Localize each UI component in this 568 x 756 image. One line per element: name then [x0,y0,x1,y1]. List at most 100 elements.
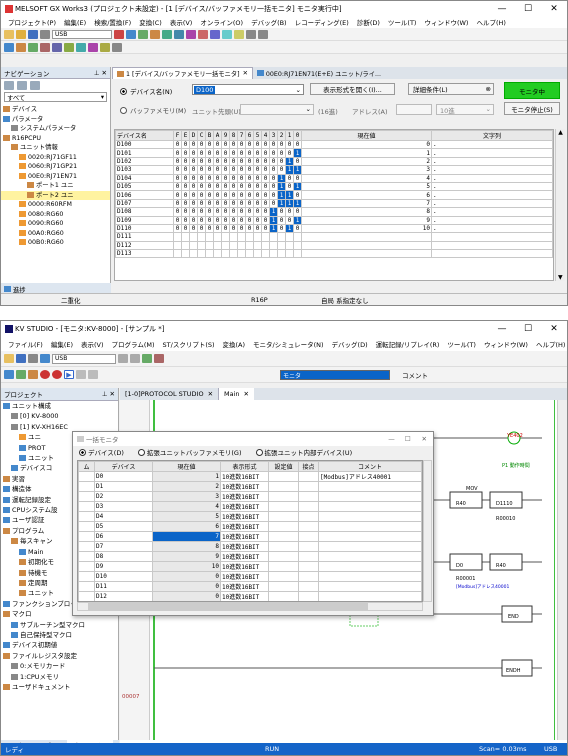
menu-item[interactable]: ツール(T) [443,339,480,349]
set-value-cell[interactable] [268,541,299,552]
coil-icon[interactable] [222,29,232,39]
read-icon[interactable] [130,354,140,363]
intelligent-icon[interactable] [76,42,86,52]
value-cell[interactable]: 7 [152,531,221,542]
navigation-icon[interactable] [4,42,14,52]
detail-conditions-button[interactable]: 詳細条件(L) ⊗ [408,83,494,95]
zoom-in-icon[interactable] [246,29,256,39]
address-input[interactable] [396,104,432,115]
menu-item[interactable]: 変換(C) [135,17,166,27]
menu-item[interactable]: レコーディング(E) [291,17,353,27]
menu-item[interactable]: 運転記録/リプレイ(R) [372,339,444,349]
format-cell[interactable]: 10進数16BIT [220,521,269,532]
tab-close-icon[interactable]: ✕ [204,390,213,398]
table-row[interactable]: D102 0 0 0 0 0 0 0 0 0 0 0 0 0 0 1 0 2. [115,156,553,167]
tree-item[interactable]: システムパラメータ [1,124,110,134]
collapse-icon[interactable] [17,81,27,90]
table-row[interactable]: D108 0 0 0 0 0 0 0 0 0 0 0 0 1 0 0 0 8. [115,207,553,217]
output-icon[interactable] [28,42,38,52]
editor-icon[interactable] [4,370,14,379]
set-value-cell[interactable] [268,471,299,482]
stop-monitor-button[interactable]: モニタ停止(S) [504,102,560,115]
value-cell[interactable]: 0 [152,581,221,592]
pause-icon[interactable] [76,370,86,379]
simulator-icon[interactable] [28,370,38,379]
set-value-cell[interactable] [268,581,299,592]
table-row[interactable]: D4 5 10進数16BIT [78,511,422,522]
tree-item[interactable]: ポート1 ユニ [1,181,110,191]
online-edit-icon[interactable] [154,354,164,363]
minimize-icon[interactable]: — [489,324,515,334]
comment-cell[interactable] [318,511,422,522]
monitor-icon[interactable] [186,29,196,39]
comment-label[interactable]: コメント [402,370,428,380]
copy-icon[interactable] [126,29,136,39]
menu-item[interactable]: プログラム(M) [108,339,159,349]
cross-ref-icon[interactable] [40,42,50,52]
table-row[interactable]: D9 10 10進数16BIT [78,561,422,572]
comment-cell[interactable] [318,531,422,542]
scroll-down-icon[interactable]: ▼ [558,274,563,281]
tree-item[interactable]: 自己保持型マクロ [1,630,118,640]
radio-internal-device[interactable]: 拡張ユニット内部デバイス(U) [255,447,352,457]
maximize-icon[interactable]: ☐ [515,4,541,14]
minimize-icon[interactable]: — [383,435,400,443]
set-value-cell[interactable] [268,571,299,582]
table-row[interactable]: D8 9 10進数16BIT [78,551,422,562]
device-use-icon[interactable] [52,42,62,52]
diagnostics-icon[interactable] [88,42,98,52]
format-cell[interactable]: 10進数16BIT [220,481,269,492]
tree-item[interactable]: 00E0:RJ71EN71 [1,172,110,182]
menu-item[interactable]: 診断(D) [353,17,384,27]
save-icon[interactable] [16,354,26,363]
close-icon[interactable]: ✕ [416,435,433,443]
kv-mode-combo[interactable]: モニタ [280,369,390,380]
value-cell[interactable]: 5 [152,511,221,522]
table-row[interactable]: D100 0 0 0 0 0 0 0 0 0 0 0 0 0 0 0 0 0. [115,139,553,150]
table-row[interactable]: D2 3 10進数16BIT [78,491,422,502]
comment-cell[interactable] [318,481,422,492]
value-cell[interactable]: 4 [152,501,221,512]
open-icon[interactable] [16,29,26,39]
function-icon[interactable] [234,29,244,39]
table-row[interactable]: D5 6 10進数16BIT [78,521,422,532]
print-icon[interactable] [28,354,38,363]
value-cell[interactable]: 10 [152,561,221,572]
verify-icon[interactable] [142,354,152,363]
menu-item[interactable]: 編集(E) [60,17,90,27]
tree-item[interactable]: サブルーチン型マクロ [1,620,118,630]
table-row[interactable]: D11 0 10進数16BIT [78,581,422,592]
table-row[interactable]: D104 0 0 0 0 0 0 0 0 0 0 0 0 0 1 0 0 4. [115,173,553,183]
table-row[interactable]: D103 0 0 0 0 0 0 0 0 0 0 0 0 0 0 1 1 3. [115,165,553,175]
tree-item[interactable]: 0:メモリカード [1,661,118,671]
radio-device-name[interactable]: デバイス名(N) [120,86,172,96]
menu-item[interactable]: ツール(T) [384,17,421,27]
set-value-cell[interactable] [268,551,299,562]
comment-cell[interactable] [318,571,422,582]
close-icon[interactable]: ✕ [541,324,567,334]
menu-item[interactable]: 表示(V) [166,17,197,27]
tab-close-icon[interactable]: ✕ [240,390,249,398]
value-cell[interactable]: 8 [152,541,221,552]
table-row[interactable]: D109 0 0 0 0 0 0 0 0 0 0 0 0 1 0 0 1 9. [115,215,553,225]
pin-icon[interactable]: ⊥ ✕ [102,390,118,398]
table-row[interactable]: D110 0 0 0 0 0 0 0 0 0 0 0 0 1 0 1 0 10. [115,223,553,234]
scroll-up-icon[interactable]: ▲ [556,129,565,136]
tree-item[interactable]: 00A0:RG60 [1,229,110,239]
tree-item[interactable]: 0020:RJ71GF11 [1,153,110,163]
menu-item[interactable]: ウィンドウ(W) [480,339,532,349]
format-cell[interactable]: 10進数16BIT [220,581,269,592]
contact-icon[interactable] [210,29,220,39]
element-list-icon[interactable] [16,42,26,52]
watch-icon[interactable] [64,42,74,52]
device-name-combo[interactable]: D100 ⌄ [192,84,304,95]
new-icon[interactable] [4,354,14,363]
simulation-icon[interactable] [100,42,110,52]
paste-icon[interactable] [138,29,148,39]
menu-item[interactable]: 表示(V) [77,339,108,349]
tree-item[interactable]: ユニット情報 [1,143,110,153]
table-row[interactable]: D10 0 10進数16BIT [78,571,422,582]
table-row[interactable]: D0 1 10進数16BIT [Modbus]アドレス40001 [78,471,422,482]
help-icon[interactable] [40,354,50,363]
menu-item[interactable]: プロジェクト(P) [4,17,60,27]
